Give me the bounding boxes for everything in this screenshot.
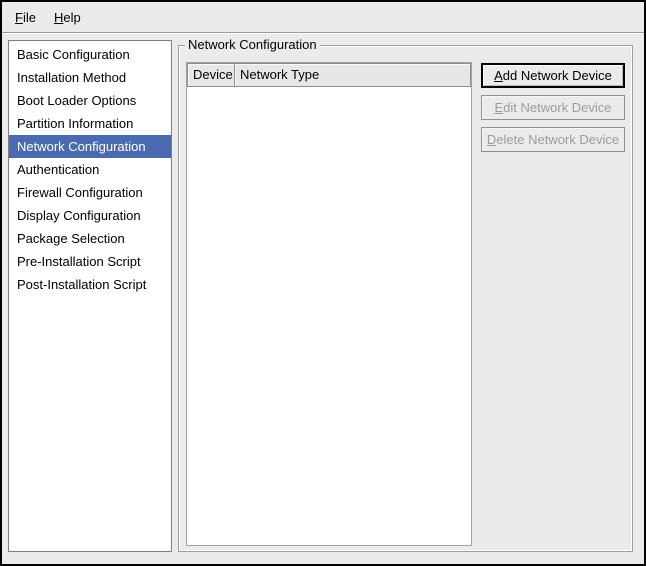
table-header-row: Device Network Type bbox=[187, 63, 471, 87]
sidebar-item-installation-method[interactable]: Installation Method bbox=[9, 66, 171, 89]
section-list: Basic Configuration Installation Method … bbox=[8, 40, 172, 552]
menu-file[interactable]: File bbox=[6, 6, 45, 29]
sidebar-item-basic-configuration[interactable]: Basic Configuration bbox=[9, 43, 171, 66]
edit-button-label: Edit Network Device bbox=[494, 100, 611, 115]
network-device-table: Device Network Type bbox=[186, 62, 472, 546]
delete-button-label: Delete Network Device bbox=[487, 132, 619, 147]
delete-network-device-button[interactable]: Delete Network Device bbox=[481, 127, 625, 152]
sidebar-item-boot-loader-options[interactable]: Boot Loader Options bbox=[9, 89, 171, 112]
sidebar-item-partition-information[interactable]: Partition Information bbox=[9, 112, 171, 135]
edit-network-device-button[interactable]: Edit Network Device bbox=[481, 95, 625, 120]
sidebar-item-network-configuration[interactable]: Network Configuration bbox=[9, 135, 171, 158]
sidebar-item-display-configuration[interactable]: Display Configuration bbox=[9, 204, 171, 227]
menu-help-label: Help bbox=[54, 10, 81, 25]
table-body-empty[interactable] bbox=[187, 87, 471, 545]
sidebar-item-authentication[interactable]: Authentication bbox=[9, 158, 171, 181]
kickstart-configurator-window: File Help Basic Configuration Installati… bbox=[0, 0, 646, 566]
menu-help[interactable]: Help bbox=[45, 6, 90, 29]
column-header-device[interactable]: Device bbox=[187, 63, 235, 87]
add-button-label: Add Network Device bbox=[494, 68, 612, 83]
sidebar-item-package-selection[interactable]: Package Selection bbox=[9, 227, 171, 250]
add-network-device-button[interactable]: Add Network Device bbox=[481, 63, 625, 88]
sidebar-item-pre-installation-script[interactable]: Pre-Installation Script bbox=[9, 250, 171, 273]
sidebar-item-firewall-configuration[interactable]: Firewall Configuration bbox=[9, 181, 171, 204]
frame-title: Network Configuration bbox=[185, 37, 320, 52]
column-header-network-type[interactable]: Network Type bbox=[234, 63, 471, 87]
menubar: File Help bbox=[2, 2, 644, 33]
menu-file-label: File bbox=[15, 10, 36, 25]
network-configuration-frame: Network Configuration Device Network Typ… bbox=[178, 45, 633, 552]
sidebar-item-post-installation-script[interactable]: Post-Installation Script bbox=[9, 273, 171, 296]
